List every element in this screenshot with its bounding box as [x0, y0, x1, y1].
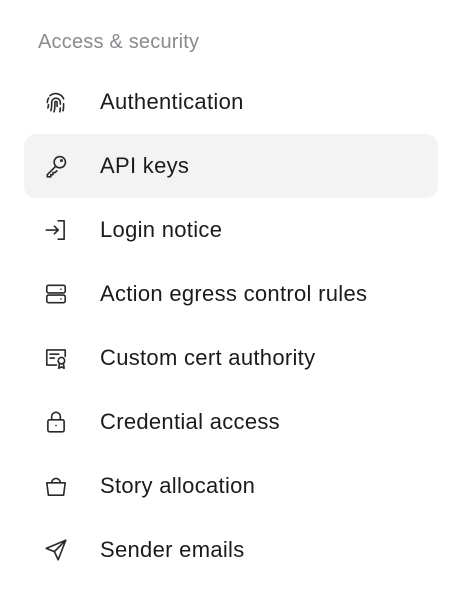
settings-sidebar: Access & security Authentication API key…	[0, 0, 474, 590]
sidebar-item-label: Sender emails	[100, 537, 245, 562]
sidebar-item-label: Credential access	[100, 409, 280, 434]
sidebar-item-action-egress-control-rules[interactable]: Action egress control rules	[24, 262, 438, 326]
sidebar-item-authentication[interactable]: Authentication	[24, 70, 438, 134]
sidebar-item-login-notice[interactable]: Login notice	[24, 198, 438, 262]
fingerprint-icon	[42, 88, 70, 116]
sidebar-item-label: Login notice	[100, 217, 223, 242]
certificate-icon	[42, 344, 70, 372]
key-icon	[42, 152, 70, 180]
lock-icon	[42, 408, 70, 436]
sidebar-item-sender-emails[interactable]: Sender emails	[24, 518, 438, 582]
server-icon	[42, 280, 70, 308]
sidebar-item-label: Custom cert authority	[100, 345, 316, 370]
sidebar-item-label: Action egress control rules	[100, 281, 368, 306]
sidebar-item-custom-cert-authority[interactable]: Custom cert authority	[24, 326, 438, 390]
sidebar-item-label: Authentication	[100, 89, 244, 114]
shopping-bag-icon	[42, 472, 70, 500]
sidebar-item-api-keys[interactable]: API keys	[24, 134, 438, 198]
nav-list: Authentication API keys Login notice Act…	[24, 70, 438, 582]
section-title: Access & security	[38, 31, 200, 53]
sidebar-item-story-allocation[interactable]: Story allocation	[24, 454, 438, 518]
sidebar-item-label: Story allocation	[100, 473, 256, 498]
login-icon	[42, 216, 70, 244]
sidebar-item-label: API keys	[100, 153, 190, 178]
send-icon	[42, 536, 70, 564]
sidebar-item-credential-access[interactable]: Credential access	[24, 390, 438, 454]
